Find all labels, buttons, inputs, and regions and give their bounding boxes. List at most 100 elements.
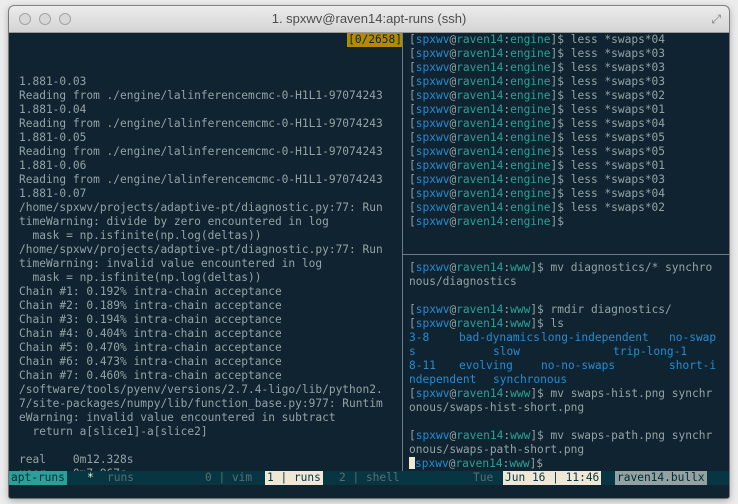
prompt-end: ]$ <box>550 173 571 186</box>
prompt-dir: engine <box>510 215 551 228</box>
prompt-end: ]$ <box>550 187 571 200</box>
ls-entry: long-independent <box>541 331 649 344</box>
right-top-pane[interactable]: [spxwv@raven14:engine]$ less *swaps*04 [s… <box>409 33 721 253</box>
window-tab-runs[interactable]: runs <box>107 471 134 485</box>
prompt-host: raven14 <box>456 201 504 214</box>
prompt-host: raven14 <box>456 159 504 172</box>
prompt-end: ]$ <box>550 33 571 46</box>
output-line: 1.881-0.05 <box>19 131 87 144</box>
command-text: less *swaps*03 <box>570 61 666 74</box>
prompt-host: raven14 <box>456 187 504 200</box>
prompt-user: spxwv <box>415 387 450 400</box>
prompt-line: [spxwv@raven14:engine]$ less *swaps*03 <box>409 61 721 75</box>
prompt-end: ]$ <box>550 61 571 74</box>
status-day: Tue <box>473 471 494 484</box>
prompt-user: spxwv <box>415 173 450 186</box>
ls-entry: slow <box>493 345 520 358</box>
window-tab-shell[interactable]: 2 | shell <box>339 471 400 485</box>
command-text: less *swaps*04 <box>570 33 666 46</box>
prompt-host: raven14 <box>455 457 503 470</box>
prompt-host: raven14 <box>456 33 504 46</box>
output-line: Chain #6: 0.473% intra-chain acceptance <box>19 355 282 368</box>
output-line: eWarning: invalid value encountered in s… <box>19 411 336 424</box>
ls-entry: no-no-swaps <box>541 359 616 372</box>
prompt-end: ]$ <box>530 317 551 330</box>
window-title: 1. spxwv@raven14:apt-runs (ssh) <box>271 11 467 26</box>
prompt-line: [spxwv@raven14:engine]$ less *swaps*05 <box>409 131 721 145</box>
output-line: Chain #4: 0.404% intra-chain acceptance <box>19 327 282 340</box>
command-text: less *swaps*01 <box>570 103 666 116</box>
window-tab-vim[interactable]: 0 | vim <box>205 471 252 485</box>
window-tab-current[interactable]: 1 | runs <box>265 471 323 485</box>
prompt-line: [spxwv@raven14:engine]$ less *swaps*03 <box>409 75 721 89</box>
prompt-line: [spxwv@raven14:www]$ mv swaps-path.png s… <box>409 429 721 443</box>
title-bar[interactable]: 1. spxwv@raven14:apt-runs (ssh) ⤢ <box>9 6 729 33</box>
prompt-bracket: [ <box>409 89 416 102</box>
ls-entry: ndependent <box>409 373 477 386</box>
right-bottom-pane[interactable]: [spxwv@raven14:www]$ mv diagnostics/* sy… <box>409 261 721 471</box>
prompt-dir: engine <box>510 47 551 60</box>
output-line: Chain #7: 0.460% intra-chain acceptance <box>19 369 282 382</box>
prompt-line: [spxwv@raven14:engine]$ less *swaps*03 <box>409 47 721 61</box>
prompt-line: [spxwv@raven14:engine]$ less *swaps*01 <box>409 159 721 173</box>
command-text: less *swaps*04 <box>570 117 666 130</box>
output-line: Reading from ./engine/lalinferencemcmc-0… <box>19 89 383 102</box>
prompt-dir: engine <box>510 117 551 130</box>
prompt-bracket: [ <box>409 317 416 330</box>
status-host: raven14.bullx <box>615 471 707 485</box>
prompt-host: raven14 <box>456 61 504 74</box>
prompt-dir: engine <box>510 159 551 172</box>
prompt-end: ]$ <box>550 75 571 88</box>
prompt-dir: engine <box>510 187 551 200</box>
output-line: Reading from ./engine/lalinferencemcmc-0… <box>19 145 383 158</box>
prompt-bracket: [ <box>409 429 416 442</box>
prompt-bracket: [ <box>409 61 416 74</box>
prompt-end: ]$ <box>530 387 551 400</box>
output-line: Reading from ./engine/lalinferencemcmc-0… <box>19 117 383 130</box>
command-continuation: nous/diagnostics <box>409 275 517 288</box>
command-text: mv diagnostics/* synchro <box>550 261 713 274</box>
prompt-line: [spxwv@raven14:www]$ rmdir diagnostics/ <box>409 303 721 317</box>
prompt-user: spxwv <box>415 187 450 200</box>
command-text: less *swaps*05 <box>570 145 666 158</box>
prompt-line: [spxwv@raven14:www]$ mv diagnostics/* sy… <box>409 261 721 275</box>
prompt-dir: www <box>510 429 531 442</box>
prompt-end: ]$ <box>550 47 571 60</box>
prompt-line: [spxwv@raven14:engine]$ less *swaps*05 <box>409 145 721 159</box>
prompt-bracket: [ <box>409 215 416 228</box>
output-line: mask = np.isfinite(np.log(deltas)) <box>19 271 262 284</box>
command-text: mv swaps-hist.png synchr <box>550 387 713 400</box>
ls-row: ndependent synchronous <box>409 373 721 387</box>
prompt-dir: www <box>510 387 531 400</box>
prompt-host: raven14 <box>456 317 504 330</box>
terminal-area[interactable]: [0/2658] 1.881-0.03 Reading from ./engine… <box>9 33 729 498</box>
output-line: mask = np.isfinite(np.log(deltas)) <box>19 229 262 242</box>
ls-entry: s <box>409 345 416 358</box>
output-line: 1.881-0.06 <box>19 159 87 172</box>
output-line: 1.881-0.07 <box>19 187 87 200</box>
prompt-host: raven14 <box>456 387 504 400</box>
prompt-dir: engine <box>510 89 551 102</box>
prompt-line: [spxwv@raven14:engine]$ less *swaps*04 <box>409 117 721 131</box>
command-text: ls <box>550 317 565 330</box>
prompt-line: [spxwv@raven14:engine]$ <box>409 215 721 229</box>
command-continuation: onous/swaps-path-short.png <box>409 443 585 456</box>
prompt-user: spxwv <box>415 131 450 144</box>
command-text: less *swaps*03 <box>570 47 666 60</box>
status-date: Jun 16 | 11:46 <box>503 471 602 485</box>
session-name[interactable]: apt-runs <box>9 471 67 485</box>
fullscreen-icon[interactable]: ⤢ <box>711 12 721 27</box>
prompt-dir: www <box>510 317 531 330</box>
prompt-bracket: [ <box>409 103 416 116</box>
command-text: less *swaps*01 <box>570 159 666 172</box>
terminal-window[interactable]: 1. spxwv@raven14:apt-runs (ssh) ⤢ [0/265… <box>9 6 729 498</box>
prompt-user: spxwv <box>415 47 450 60</box>
prompt-line: [spxwv@raven14:engine]$ less *swaps*04 <box>409 33 721 47</box>
horizontal-pane-divider[interactable] <box>403 254 729 255</box>
vertical-pane-divider[interactable] <box>402 33 403 471</box>
prompt-user: spxwv <box>415 303 450 316</box>
left-pane[interactable]: [0/2658] 1.881-0.03 Reading from ./engine… <box>19 33 403 471</box>
command-text: less *swaps*02 <box>570 89 666 102</box>
